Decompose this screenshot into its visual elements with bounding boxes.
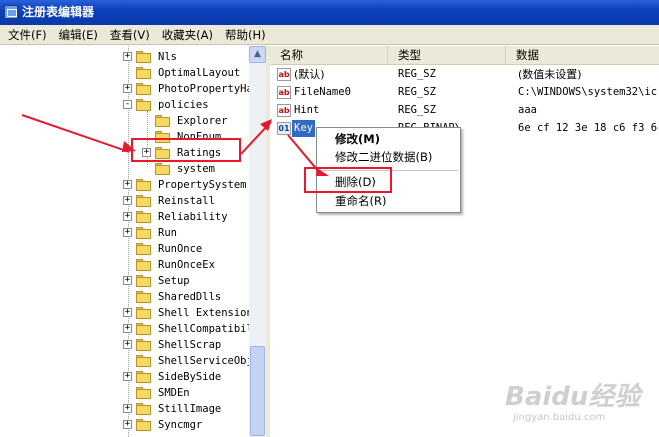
- arrowhead-icon: [260, 119, 272, 131]
- arrowhead-icon: [122, 141, 136, 152]
- arrowhead-icon: [316, 168, 329, 176]
- watermark: Baidu经验 jingyan.baidu.com: [505, 376, 655, 431]
- arrowheads: [122, 119, 329, 176]
- watermark-logo: Baidu经验: [505, 382, 641, 412]
- watermark-url: jingyan.baidu.com: [513, 412, 606, 423]
